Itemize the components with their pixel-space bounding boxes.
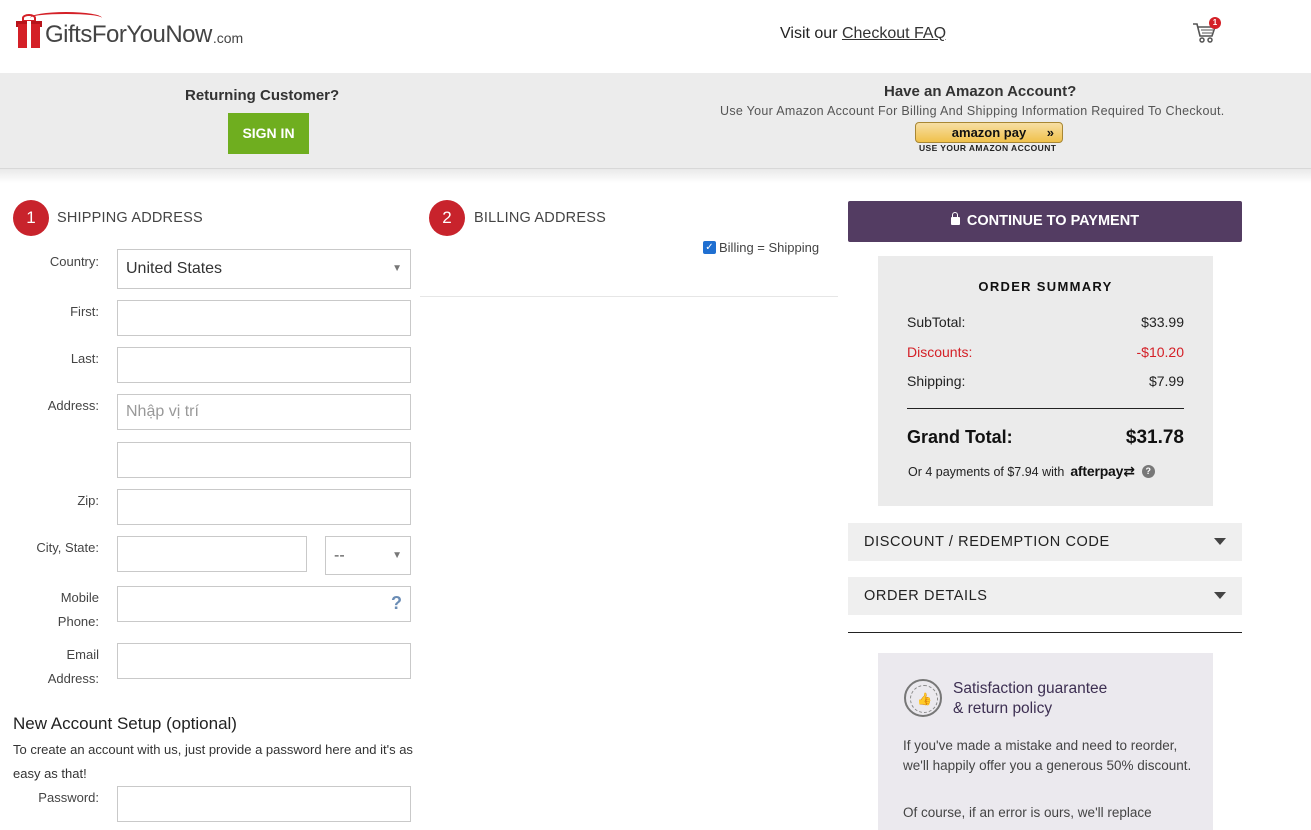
discount-code-label: DISCOUNT / REDEMPTION CODE [864,534,1110,550]
strip-shadow [0,169,1311,183]
cart-count-badge: 1 [1209,17,1221,29]
discounts-label: Discounts: [907,344,973,360]
amazon-account-title: Have an Amazon Account? [884,83,1077,100]
lock-icon [950,212,960,225]
state-value: -- [334,547,345,564]
shipping-row: Shipping: $7.99 [907,373,1184,389]
shipping-step-number: 1 [13,200,49,236]
summary-divider [907,408,1184,409]
dropdown-arrow-icon: ▼ [392,550,402,561]
city-state-label: City, State: [36,540,99,555]
satisfaction-seal-icon: 👍 [904,679,942,717]
continue-to-payment-button[interactable]: CONTINUE TO PAYMENT [848,201,1242,242]
guarantee-title-line-2: & return policy [953,700,1053,717]
order-summary-title: ORDER SUMMARY [978,279,1113,294]
caret-down-icon [1214,538,1226,545]
afterpay-text: Or 4 payments of $7.94 with [908,464,1065,479]
amazon-pay-caption: USE YOUR AMAZON ACCOUNT [919,143,1057,153]
shipping-cost-value: $7.99 [1148,373,1184,389]
guarantee-paragraph-1: If you've made a mistake and need to reo… [903,738,1192,773]
double-chevron-icon: » [1046,125,1054,140]
billing-title: BILLING ADDRESS [474,210,606,226]
city-input[interactable] [117,536,307,572]
mobile-phone-input[interactable] [117,586,411,622]
order-details-label: ORDER DETAILS [864,588,988,604]
last-name-label: Last: [70,351,99,366]
guarantee-title: Satisfaction guarantee & return policy [953,679,1193,719]
amazon-pay-label: amazon pay [951,125,1027,140]
new-account-title: New Account Setup (optional) [13,714,237,733]
last-name-input[interactable] [117,347,411,383]
faq-prefix: Visit our [780,25,838,42]
password-label: Password: [38,790,99,805]
mobile-label: Mobile [60,590,99,605]
phone-label: Phone: [57,614,99,629]
order-summary: ORDER SUMMARY SubTotal: $33.99 Discounts… [878,256,1213,506]
email-address-label: Address: [47,671,99,686]
new-account-text: To create an account with us, just provi… [13,742,413,781]
guarantee-paragraph-2: Of course, if an error is ours, we'll re… [903,805,1152,820]
checkout-faq-link[interactable]: Checkout FAQ [842,25,946,42]
zip-label: Zip: [77,493,99,508]
address-label: Address: [47,398,99,413]
email-label: Email [66,647,99,662]
checkbox-checked-icon[interactable]: ✓ [703,241,716,254]
order-details-accordion[interactable]: ORDER DETAILS [848,577,1242,615]
subtotal-label: SubTotal: [907,314,966,330]
returning-customer-title: Returning Customer? [185,87,340,104]
country-select[interactable]: United States ▼ [117,249,411,289]
state-select[interactable]: -- ▼ [325,536,411,575]
password-input[interactable] [117,786,411,822]
subtotal-value: $33.99 [1141,314,1184,330]
email-input[interactable] [117,643,411,679]
cart-button[interactable]: 1 [1192,17,1221,48]
first-name-input[interactable] [117,300,411,336]
site-logo[interactable]: GiftsForYouNow .com [16,8,243,48]
satisfaction-guarantee-box: 👍 Satisfaction guarantee & return policy… [878,653,1213,830]
address-line-2-input[interactable] [117,442,411,478]
account-strip: Returning Customer? SIGN IN Have an Amaz… [0,73,1311,169]
discounts-row: Discounts: -$10.20 [907,344,1184,360]
discounts-value: -$10.20 [1136,344,1184,360]
logo-name: GiftsForYouNow [45,21,212,48]
afterpay-offer: Or 4 payments of $7.94 with afterpay⇄ ? [908,463,1155,480]
country-label: Country: [49,254,99,269]
sign-in-button[interactable]: SIGN IN [228,113,309,154]
address-line-1-input[interactable] [117,394,411,430]
subtotal-row: SubTotal: $33.99 [907,314,1184,330]
amazon-pay-button[interactable]: amazon pay » [915,122,1063,143]
billing-divider [420,296,838,297]
billing-step-number: 2 [429,200,465,236]
shipping-cost-label: Shipping: [907,373,966,389]
country-value: United States [126,260,223,277]
afterpay-help-icon[interactable]: ? [1141,465,1155,478]
billing-same-as-shipping[interactable]: ✓ Billing = Shipping [703,240,819,255]
checkout-faq: Visit our Checkout FAQ [780,25,946,43]
dropdown-arrow-icon: ▼ [392,263,402,274]
continue-label: CONTINUE TO PAYMENT [966,213,1140,229]
grand-total-label: Grand Total: [907,427,1013,447]
zip-input[interactable] [117,489,411,525]
grand-total-value: $31.78 [1125,427,1184,448]
phone-help-icon[interactable]: ? [391,593,402,614]
grand-total-row: Grand Total: $31.78 [907,427,1184,448]
logo-swoosh [30,12,102,24]
right-column-divider [848,632,1242,633]
caret-down-icon [1214,592,1226,599]
shipping-title: SHIPPING ADDRESS [57,210,203,226]
first-name-label: First: [70,304,99,319]
afterpay-logo: afterpay⇄ [1070,463,1135,479]
site-header: GiftsForYouNow .com Visit our Checkout F… [0,0,1311,73]
discount-code-accordion[interactable]: DISCOUNT / REDEMPTION CODE [848,523,1242,561]
billing-same-label: Billing = Shipping [719,240,820,255]
logo-suffix: .com [212,30,244,46]
amazon-account-subtitle: Use Your Amazon Account For Billing And … [720,104,1225,118]
mobile-phone-wrapper: ? [117,586,411,622]
guarantee-title-line-1: Satisfaction guarantee [953,680,1108,697]
